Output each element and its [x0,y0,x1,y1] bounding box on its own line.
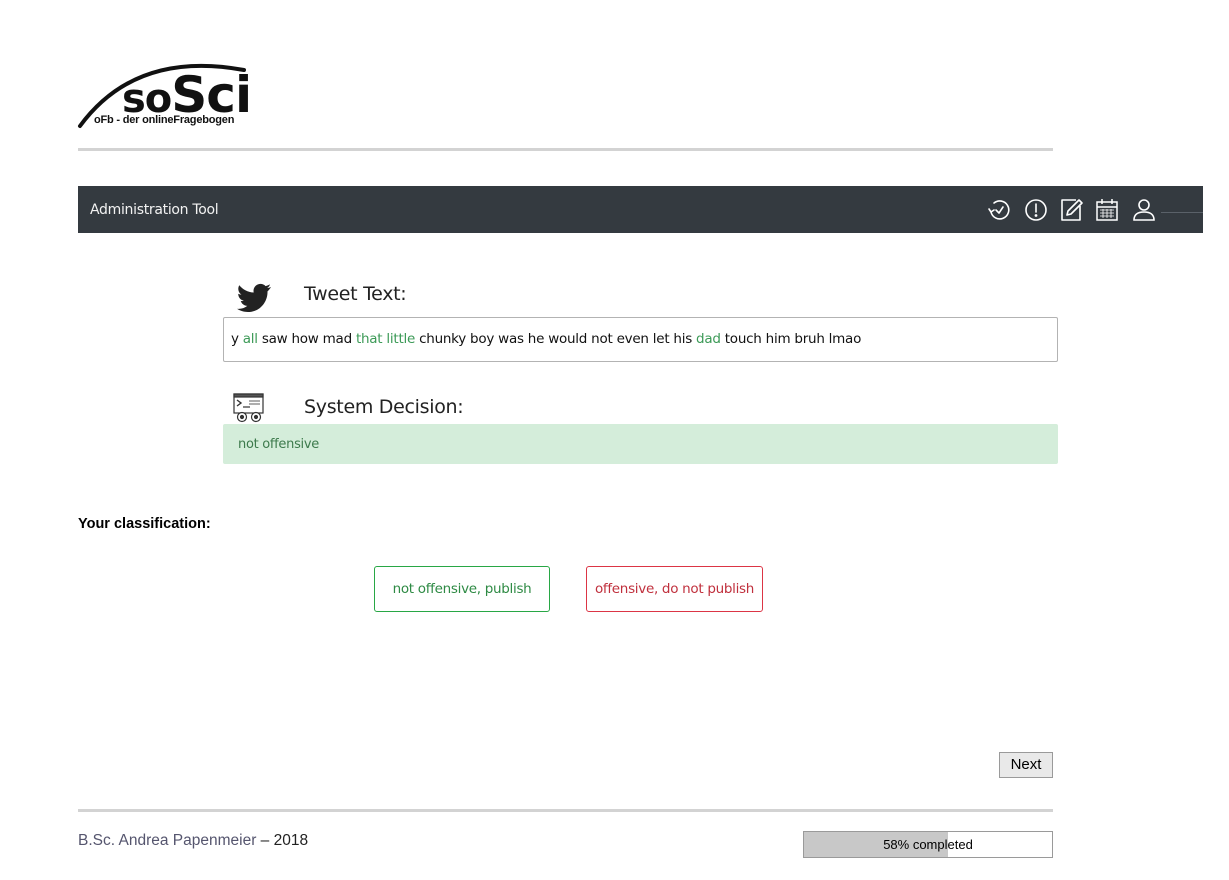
sosci-logo: soSci oFb - der onlineFragebogen [76,52,276,134]
offensive-do-not-publish-button[interactable]: offensive, do not publish [586,566,763,612]
decision-value: not offensive [238,437,319,452]
tweet-highlight-word: dad [696,331,721,347]
tweet-text-box: y all saw how mad that little chunky boy… [223,317,1058,362]
progress-label: 58% completed [883,837,973,852]
calendar-icon[interactable] [1094,197,1120,223]
tweet-text-segment: saw how mad [257,331,356,347]
admin-toolbar: Administration Tool [78,186,1203,233]
tweet-highlight-word: all [242,331,258,347]
header-divider [78,148,1053,151]
logo-wordmark: soSci [122,66,252,124]
edit-icon[interactable] [1059,197,1085,223]
footer-author: B.Sc. Andrea Papenmeier [78,832,257,849]
toolbar-title: Administration Tool [90,202,219,218]
decision-heading: System Decision: [304,396,464,418]
next-button[interactable]: Next [999,752,1053,778]
alert-icon[interactable] [1023,197,1049,223]
system-robot-icon [233,393,265,423]
tweet-text-segment: y [231,331,243,347]
classification-label: Your classification: [78,516,211,532]
history-icon[interactable] [986,197,1012,223]
twitter-bird-icon [236,283,272,313]
footer-divider [78,809,1053,812]
user-icon[interactable] [1131,197,1157,223]
tweet-text: y all saw how mad that little chunky boy… [231,331,861,347]
tweet-highlight-word: that little [355,331,416,347]
tweet-text-segment: chunky boy was he would not even let his [415,331,697,347]
tweet-text-segment: touch him bruh lmao [720,331,862,347]
toolbar-tail-line [1161,212,1203,213]
decision-alert: not offensive [223,424,1058,464]
tweet-heading: Tweet Text: [304,283,407,305]
not-offensive-publish-button[interactable]: not offensive, publish [374,566,550,612]
progress-bar: 58% completed [803,831,1053,858]
logo-subtitle: oFb - der onlineFragebogen [94,114,235,126]
footer-credit: B.Sc. Andrea Papenmeier – 2018 [78,832,308,850]
footer-year: – 2018 [256,832,309,849]
